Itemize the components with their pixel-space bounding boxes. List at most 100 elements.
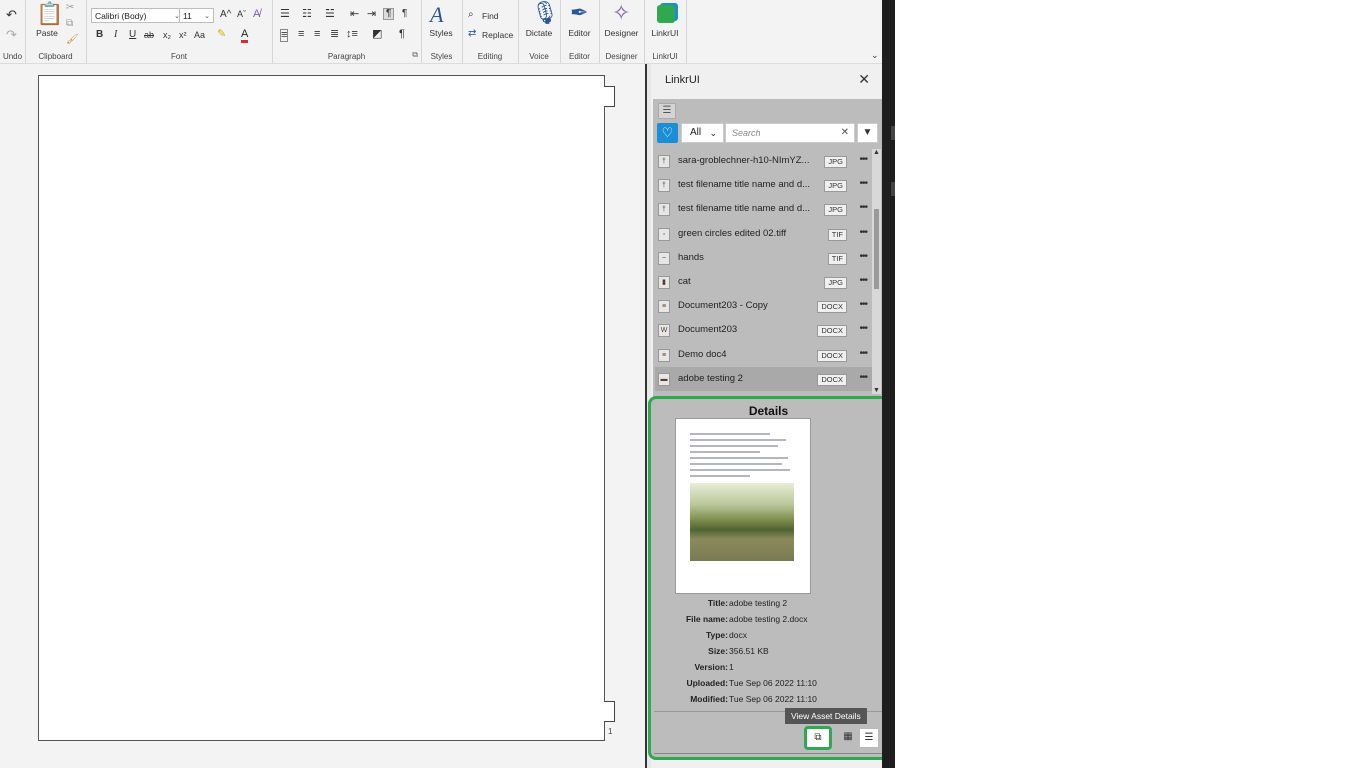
list-item[interactable]: † test filename title name and d... JPG •••: [655, 173, 873, 197]
collapse-ribbon-icon[interactable]: ⌄: [871, 51, 879, 60]
asset-list-scrollbar[interactable]: ▲ ▼: [872, 149, 881, 394]
line-spacing-icon[interactable]: ↕≡: [346, 29, 358, 40]
pane-title: LinkrUI: [665, 74, 700, 86]
menu-icon[interactable]: ☰: [658, 103, 676, 119]
meta-value: adobe testing 2: [729, 598, 788, 608]
chevron-down-icon: ⌄: [204, 13, 210, 20]
change-case-button[interactable]: Aa: [194, 31, 205, 40]
multilevel-list-icon[interactable]: ☱: [325, 9, 335, 20]
list-item[interactable]: W Document203 DOCX •••: [655, 318, 873, 342]
list-item[interactable]: ▬ adobe testing 2 DOCX •••: [655, 366, 873, 391]
asset-list: † sara-groblechner-h10-NImYZ... JPG ••• † tes…: [655, 149, 873, 394]
paste-button[interactable]: 📋 Paste: [33, 2, 63, 42]
search-icon: ⌕: [468, 9, 474, 20]
more-options-icon[interactable]: •••: [859, 154, 867, 165]
list-view-button[interactable]: ☰: [859, 728, 879, 748]
format-painter-icon[interactable]: 🖌: [66, 35, 79, 45]
more-options-icon[interactable]: •••: [859, 251, 867, 262]
shrink-font-icon[interactable]: Aˇ: [237, 10, 246, 19]
align-left-icon[interactable]: ≡: [280, 29, 289, 42]
highlight-icon[interactable]: ✎: [217, 29, 226, 40]
font-size-combo[interactable]: 11 ⌄: [179, 8, 214, 23]
replace-button[interactable]: ⇄ Replace: [468, 29, 516, 42]
undo-group: ↶ ↷ Undo: [0, 0, 26, 63]
superscript-button[interactable]: x²: [179, 31, 187, 40]
clear-search-icon[interactable]: ✕: [841, 124, 849, 142]
font-size-value: 11: [183, 11, 192, 21]
search-input[interactable]: Search ✕: [725, 123, 855, 143]
list-item[interactable]: ≡ Demo doc4 DOCX •••: [655, 343, 873, 367]
more-options-icon[interactable]: •••: [859, 348, 867, 359]
view-asset-details-button[interactable]: ⧉: [804, 726, 832, 750]
editor-button[interactable]: ✒ Editor: [563, 2, 596, 46]
paste-label: Paste: [36, 28, 58, 38]
strikethrough-button[interactable]: ab: [144, 31, 154, 40]
font-color-button[interactable]: A: [241, 29, 249, 43]
type-filter-select[interactable]: All ⌄: [681, 123, 724, 143]
numbering-icon[interactable]: ☷: [302, 9, 312, 20]
scroll-down-icon[interactable]: ▼: [873, 387, 880, 394]
show-marks-icon[interactable]: ¶: [402, 9, 407, 19]
decrease-indent-icon[interactable]: ⇤: [350, 9, 359, 20]
list-item[interactable]: ~ hands TIF •••: [655, 246, 873, 270]
clear-format-icon[interactable]: A̸: [253, 9, 260, 20]
scroll-up-icon[interactable]: ▲: [873, 149, 880, 156]
file-thumbnail-icon: †: [658, 155, 670, 168]
grid-view-button[interactable]: ▦: [838, 728, 858, 748]
find-button[interactable]: ⌕ Find: [468, 10, 514, 23]
subscript-button[interactable]: x₂: [163, 31, 171, 40]
window-edge-mark: [891, 182, 895, 196]
dictate-button[interactable]: 🎙 Dictate: [522, 2, 559, 46]
list-item[interactable]: ◦ green circles edited 02.tiff TIF •••: [655, 222, 873, 246]
more-options-icon[interactable]: •••: [859, 275, 867, 286]
rtl-icon[interactable]: ¶: [383, 8, 395, 20]
dialog-launcher-icon[interactable]: ⧉: [412, 50, 418, 60]
scrollbar-thumb[interactable]: [874, 209, 879, 289]
sort-icon[interactable]: ¶: [399, 29, 405, 40]
align-right-icon[interactable]: ≡: [314, 29, 320, 40]
font-name-combo[interactable]: Calibri (Body) ⌄: [91, 8, 184, 23]
list-item[interactable]: † test filename title name and d... JPG •••: [655, 197, 873, 221]
more-options-icon[interactable]: •••: [859, 178, 867, 189]
more-options-icon[interactable]: •••: [859, 202, 867, 213]
file-name: Demo doc4: [678, 348, 727, 360]
file-type-badge: DOCX: [817, 325, 847, 338]
more-options-icon[interactable]: •••: [859, 323, 867, 334]
styles-button[interactable]: A Styles: [425, 4, 457, 48]
list-item[interactable]: ≡ Document203 - Copy DOCX •••: [655, 294, 873, 318]
more-options-icon[interactable]: •••: [859, 372, 867, 383]
list-item[interactable]: ▮ cat JPG •••: [655, 270, 873, 294]
document-page[interactable]: [38, 75, 605, 741]
designer-label: Designer: [604, 28, 639, 38]
details-panel: Details Title: adobe testing 2 File name:…: [648, 396, 889, 760]
cut-icon[interactable]: ✂: [66, 3, 74, 13]
designer-button[interactable]: ✧ Designer: [601, 2, 642, 46]
clipboard-group: 📋 Paste ✂ ⧉ 🖌 Clipboard: [25, 0, 87, 63]
list-item[interactable]: † sara-groblechner-h10-NImYZ... JPG •••: [655, 149, 873, 173]
preview-text-line: [690, 451, 760, 453]
designer-wand-icon: ✧: [612, 0, 631, 25]
more-options-icon[interactable]: •••: [859, 299, 867, 310]
editor-group: ✒ Editor Editor: [560, 0, 600, 63]
italic-button[interactable]: I: [114, 30, 117, 40]
file-type-badge: JPG: [824, 204, 847, 217]
underline-button[interactable]: U: [129, 30, 136, 40]
more-options-icon[interactable]: •••: [859, 227, 867, 238]
shading-icon[interactable]: ◩: [372, 29, 382, 40]
redo-icon[interactable]: ↷: [6, 28, 17, 41]
copy-icon[interactable]: ⧉: [66, 19, 73, 29]
increase-indent-icon[interactable]: ⇥: [367, 9, 376, 20]
close-icon[interactable]: ✕: [858, 71, 870, 88]
ribbon: ↶ ↷ Undo 📋 Paste ✂ ⧉ 🖌 Clipboard Calibri…: [0, 0, 882, 64]
grow-font-icon[interactable]: A^: [220, 10, 231, 20]
justify-icon[interactable]: ≣: [330, 29, 339, 40]
bullets-icon[interactable]: ☰: [280, 9, 290, 20]
linkrui-button[interactable]: LinkrUI: [648, 2, 682, 46]
align-center-icon[interactable]: ≡: [298, 29, 304, 40]
file-name: Document203 - Copy: [678, 300, 768, 312]
bold-button[interactable]: B: [96, 30, 103, 40]
filter-icon[interactable]: ▼: [857, 123, 878, 143]
meta-key: Version:: [694, 662, 728, 672]
file-type-badge: JPG: [824, 180, 847, 193]
undo-icon[interactable]: ↶: [6, 8, 17, 21]
